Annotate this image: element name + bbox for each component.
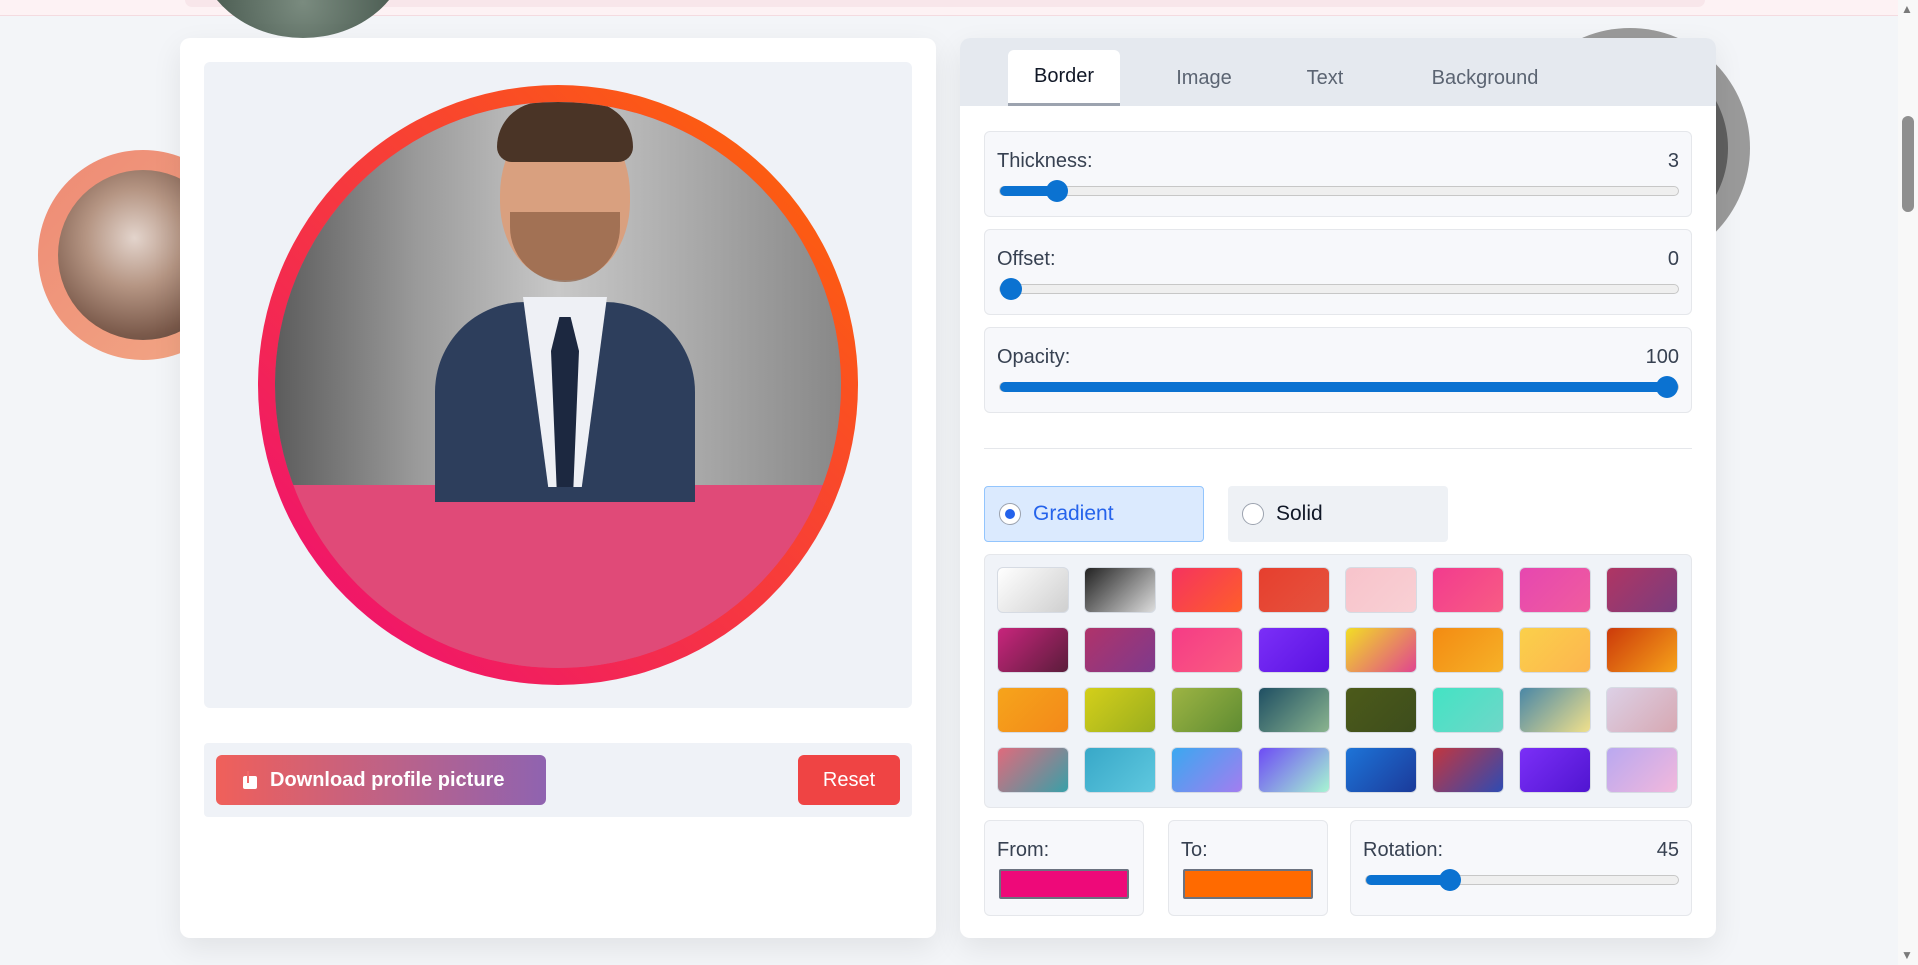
gradient-swatch[interactable] [1171, 687, 1243, 733]
preview-card: Download profile picture Reset [180, 38, 936, 938]
scroll-down-icon[interactable]: ▼ [1901, 948, 1913, 962]
gradient-swatch[interactable] [1258, 747, 1330, 793]
gradient-swatch[interactable] [1519, 567, 1591, 613]
scroll-up-icon[interactable]: ▲ [1901, 2, 1913, 16]
gradient-swatch[interactable] [1519, 687, 1591, 733]
gradient-swatch[interactable] [1606, 567, 1678, 613]
tab-background[interactable]: Background [1400, 50, 1570, 106]
offset-label: Offset: [997, 248, 1056, 270]
opacity-value: 100 [1645, 346, 1679, 368]
gradient-swatch[interactable] [1345, 627, 1417, 673]
gradient-swatch[interactable] [1432, 627, 1504, 673]
decorative-avatar-top [198, 0, 408, 38]
thickness-label: Thickness: [997, 150, 1093, 172]
gradient-swatch-grid [984, 554, 1692, 808]
download-button-label: Download profile picture [270, 768, 505, 791]
from-color-panel: From: [984, 820, 1144, 916]
gradient-swatch[interactable] [1171, 567, 1243, 613]
offset-panel: Offset: 0 [984, 229, 1692, 315]
opacity-label: Opacity: [997, 346, 1071, 368]
gradient-swatch[interactable] [1345, 747, 1417, 793]
download-icon [242, 771, 258, 789]
from-label: From: [997, 839, 1050, 861]
settings-tabs: Border Image Text Background [960, 38, 1716, 106]
gradient-swatch[interactable] [1084, 627, 1156, 673]
avatar-preview-area [204, 62, 912, 708]
tab-border[interactable]: Border [1008, 50, 1120, 106]
gradient-swatch[interactable] [1171, 747, 1243, 793]
profile-photo [275, 102, 841, 668]
gradient-mode-label: Gradient [1033, 502, 1114, 525]
settings-card: Border Image Text Background Thickness: … [960, 38, 1716, 938]
gradient-swatch[interactable] [1084, 687, 1156, 733]
gradient-swatch[interactable] [1432, 687, 1504, 733]
to-color-panel: To: [1168, 820, 1328, 916]
gradient-swatch[interactable] [1258, 627, 1330, 673]
rotation-label: Rotation: [1363, 839, 1444, 861]
gradient-swatch[interactable] [1258, 567, 1330, 613]
thickness-value: 3 [1667, 150, 1679, 172]
offset-slider-thumb[interactable] [1000, 278, 1022, 300]
gradient-swatch[interactable] [1519, 627, 1591, 673]
gradient-swatch[interactable] [1171, 627, 1243, 673]
opacity-slider[interactable] [999, 376, 1679, 398]
gradient-mode-option[interactable]: Gradient [984, 486, 1204, 542]
tab-text[interactable]: Text [1278, 50, 1372, 106]
gradient-swatch[interactable] [1606, 687, 1678, 733]
offset-value: 0 [1667, 248, 1679, 270]
gradient-swatch[interactable] [1345, 687, 1417, 733]
solid-mode-label: Solid [1276, 502, 1323, 525]
to-label: To: [1181, 839, 1208, 861]
gradient-swatch[interactable] [1084, 747, 1156, 793]
solid-radio[interactable] [1242, 503, 1264, 525]
opacity-panel: Opacity: 100 [984, 327, 1692, 413]
action-bar: Download profile picture Reset [204, 743, 912, 817]
gradient-swatch[interactable] [997, 747, 1069, 793]
rotation-panel: Rotation: 45 [1350, 820, 1692, 916]
reset-button[interactable]: Reset [798, 755, 900, 805]
gradient-radio[interactable] [999, 503, 1021, 525]
thickness-slider[interactable] [999, 180, 1679, 202]
gradient-swatch[interactable] [1084, 567, 1156, 613]
from-color-input[interactable] [999, 869, 1129, 899]
thickness-panel: Thickness: 3 [984, 131, 1692, 217]
gradient-swatch[interactable] [1606, 627, 1678, 673]
to-color-input[interactable] [1183, 869, 1313, 899]
offset-slider[interactable] [999, 278, 1679, 300]
section-divider [984, 448, 1692, 449]
gradient-swatch[interactable] [1432, 747, 1504, 793]
download-button[interactable]: Download profile picture [216, 755, 546, 805]
gradient-swatch[interactable] [1258, 687, 1330, 733]
thickness-slider-thumb[interactable] [1046, 180, 1068, 202]
gradient-swatch[interactable] [1345, 567, 1417, 613]
solid-mode-option[interactable]: Solid [1228, 486, 1448, 542]
gradient-swatch[interactable] [997, 687, 1069, 733]
rotation-slider[interactable] [1365, 869, 1679, 891]
gradient-swatch[interactable] [1519, 747, 1591, 793]
page-scrollbar[interactable]: ▲ ▼ [1898, 0, 1918, 965]
tab-image[interactable]: Image [1148, 50, 1260, 106]
gradient-swatch[interactable] [997, 567, 1069, 613]
scrollbar-thumb[interactable] [1902, 116, 1914, 212]
gradient-swatch[interactable] [1606, 747, 1678, 793]
rotation-value: 45 [1656, 839, 1679, 861]
gradient-swatch[interactable] [1432, 567, 1504, 613]
rotation-slider-thumb[interactable] [1439, 869, 1461, 891]
gradient-swatch[interactable] [997, 627, 1069, 673]
opacity-slider-thumb[interactable] [1656, 376, 1678, 398]
avatar-border-ring [258, 85, 858, 685]
